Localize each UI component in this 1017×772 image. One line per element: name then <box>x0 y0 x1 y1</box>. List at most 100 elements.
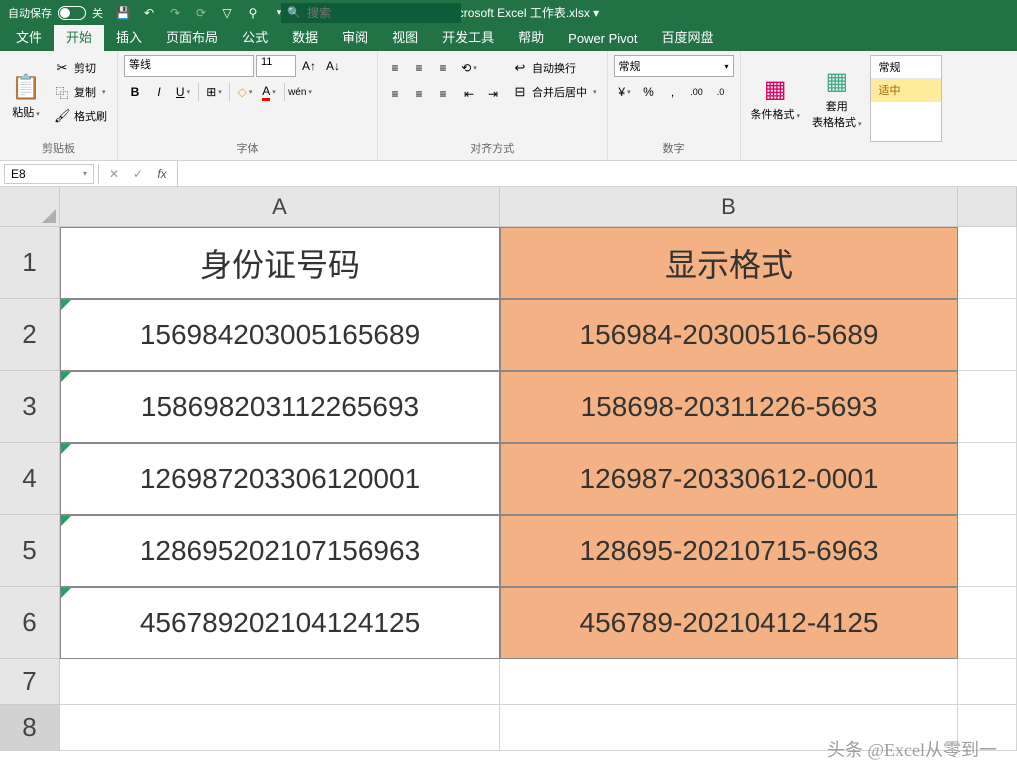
cond-format-button[interactable]: ▦条件格式 <box>747 55 805 142</box>
tab-home[interactable]: 开始 <box>54 22 104 51</box>
tab-dev[interactable]: 开发工具 <box>430 22 506 51</box>
error-indicator-icon <box>61 516 71 526</box>
format-painter-button[interactable]: 🖌格式刷 <box>50 105 111 127</box>
cell-5[interactable] <box>958 515 1017 587</box>
row-header-3[interactable]: 3 <box>0 371 60 443</box>
copy-button[interactable]: ⿻复制 <box>50 81 111 103</box>
tab-help[interactable]: 帮助 <box>506 22 556 51</box>
cell-3[interactable] <box>958 371 1017 443</box>
save-icon[interactable]: 💾 <box>111 2 135 24</box>
style-normal[interactable]: 常规 <box>871 56 941 79</box>
italic-button[interactable]: I <box>148 81 170 103</box>
increase-font-button[interactable]: A↑ <box>298 55 320 77</box>
align-left-button[interactable]: ≡ <box>384 83 406 105</box>
row-header-2[interactable]: 2 <box>0 299 60 371</box>
cell-6[interactable] <box>958 587 1017 659</box>
search-input[interactable] <box>281 3 461 23</box>
font-name-select[interactable]: 等线 <box>124 55 254 77</box>
orientation-button[interactable]: ⟲ <box>458 57 480 79</box>
wrap-text-button[interactable]: ↩自动换行 <box>508 57 601 79</box>
decrease-font-button[interactable]: A↓ <box>322 55 344 77</box>
cell-B5[interactable]: 128695-20210715-6963 <box>500 515 958 587</box>
align-center-button[interactable]: ≡ <box>408 83 430 105</box>
enter-icon[interactable]: ✓ <box>127 164 149 184</box>
cell-styles-gallery[interactable]: 常规 适中 <box>870 55 942 142</box>
cell-B1[interactable]: 显示格式 <box>500 227 958 299</box>
align-right-button[interactable]: ≡ <box>432 83 454 105</box>
tab-formulas[interactable]: 公式 <box>230 22 280 51</box>
filter-icon[interactable]: ▽ <box>215 2 239 24</box>
col-header-blank[interactable] <box>958 187 1017 227</box>
cell-A1[interactable]: 身份证号码 <box>60 227 500 299</box>
table-format-button[interactable]: ▦套用 表格格式 <box>808 55 866 142</box>
tab-baidu[interactable]: 百度网盘 <box>650 22 726 51</box>
cell-A6[interactable]: 456789202104124125 <box>60 587 500 659</box>
cell-B2[interactable]: 156984-20300516-5689 <box>500 299 958 371</box>
cell-4[interactable] <box>958 443 1017 515</box>
style-mid[interactable]: 适中 <box>871 79 941 102</box>
accounting-button[interactable]: ¥ <box>614 81 636 103</box>
name-box[interactable]: E8▾ <box>4 164 94 184</box>
undo-icon[interactable]: ↶ <box>137 2 161 24</box>
increase-decimal-button[interactable]: .00 <box>686 81 708 103</box>
row-header-1[interactable]: 1 <box>0 227 60 299</box>
cell-A3[interactable]: 158698203112265693 <box>60 371 500 443</box>
cell-A4[interactable]: 126987203306120001 <box>60 443 500 515</box>
col-header-A[interactable]: A <box>60 187 500 227</box>
row-header-7[interactable]: 7 <box>0 659 60 705</box>
fill-color-button[interactable]: ◇ <box>234 81 256 103</box>
cancel-icon[interactable]: ✕ <box>103 164 125 184</box>
tab-insert[interactable]: 插入 <box>104 22 154 51</box>
select-all-corner[interactable] <box>0 187 60 227</box>
cell-B7[interactable] <box>500 659 958 705</box>
merge-button[interactable]: ⊟合并后居中 <box>508 81 601 103</box>
group-font: 等线 11 A↑ A↓ B I U ⊞ ◇ A wén 字体 <box>118 51 378 160</box>
cell-B3[interactable]: 158698-20311226-5693 <box>500 371 958 443</box>
font-color-button[interactable]: A <box>258 81 280 103</box>
tab-powerpivot[interactable]: Power Pivot <box>556 26 649 51</box>
formula-input[interactable] <box>177 161 1017 186</box>
font-size-select[interactable]: 11 <box>256 55 296 77</box>
cell-1[interactable] <box>958 227 1017 299</box>
autosave-toggle[interactable]: 自动保存 关 <box>0 5 111 21</box>
cell-A5[interactable]: 128695202107156963 <box>60 515 500 587</box>
touch-icon[interactable]: ⟳ <box>189 2 213 24</box>
col-header-B[interactable]: B <box>500 187 958 227</box>
decrease-indent-button[interactable]: ⇤ <box>458 83 480 105</box>
phonetic-button[interactable]: wén <box>289 81 311 103</box>
tab-file[interactable]: 文件 <box>4 22 54 51</box>
cell-2[interactable] <box>958 299 1017 371</box>
tab-data[interactable]: 数据 <box>280 22 330 51</box>
underline-button[interactable]: U <box>172 81 194 103</box>
row-header-6[interactable]: 6 <box>0 587 60 659</box>
tab-view[interactable]: 视图 <box>380 22 430 51</box>
paste-label: 粘贴 <box>12 104 40 120</box>
sort-icon[interactable]: ⚲ <box>241 2 265 24</box>
border-button[interactable]: ⊞ <box>203 81 225 103</box>
number-format-select[interactable]: 常规▾ <box>614 55 734 77</box>
cell-A2[interactable]: 156984203005165689 <box>60 299 500 371</box>
cell-A8[interactable] <box>60 705 500 751</box>
align-bottom-button[interactable]: ≡ <box>432 57 454 79</box>
tab-layout[interactable]: 页面布局 <box>154 22 230 51</box>
tab-review[interactable]: 审阅 <box>330 22 380 51</box>
align-middle-button[interactable]: ≡ <box>408 57 430 79</box>
bold-button[interactable]: B <box>124 81 146 103</box>
percent-button[interactable]: % <box>638 81 660 103</box>
paste-button[interactable]: 📋 粘贴 <box>6 55 46 138</box>
cell-B6[interactable]: 456789-20210412-4125 <box>500 587 958 659</box>
cut-button[interactable]: ✂剪切 <box>50 57 111 79</box>
cell-B4[interactable]: 126987-20330612-0001 <box>500 443 958 515</box>
row-header-5[interactable]: 5 <box>0 515 60 587</box>
decrease-decimal-button[interactable]: .0 <box>710 81 732 103</box>
row-header-4[interactable]: 4 <box>0 443 60 515</box>
fx-button[interactable]: fx <box>151 164 173 184</box>
error-indicator-icon <box>61 444 71 454</box>
row-header-8[interactable]: 8 <box>0 705 60 751</box>
comma-button[interactable]: , <box>662 81 684 103</box>
cell-7[interactable] <box>958 659 1017 705</box>
align-top-button[interactable]: ≡ <box>384 57 406 79</box>
increase-indent-button[interactable]: ⇥ <box>482 83 504 105</box>
cell-A7[interactable] <box>60 659 500 705</box>
redo-icon[interactable]: ↷ <box>163 2 187 24</box>
